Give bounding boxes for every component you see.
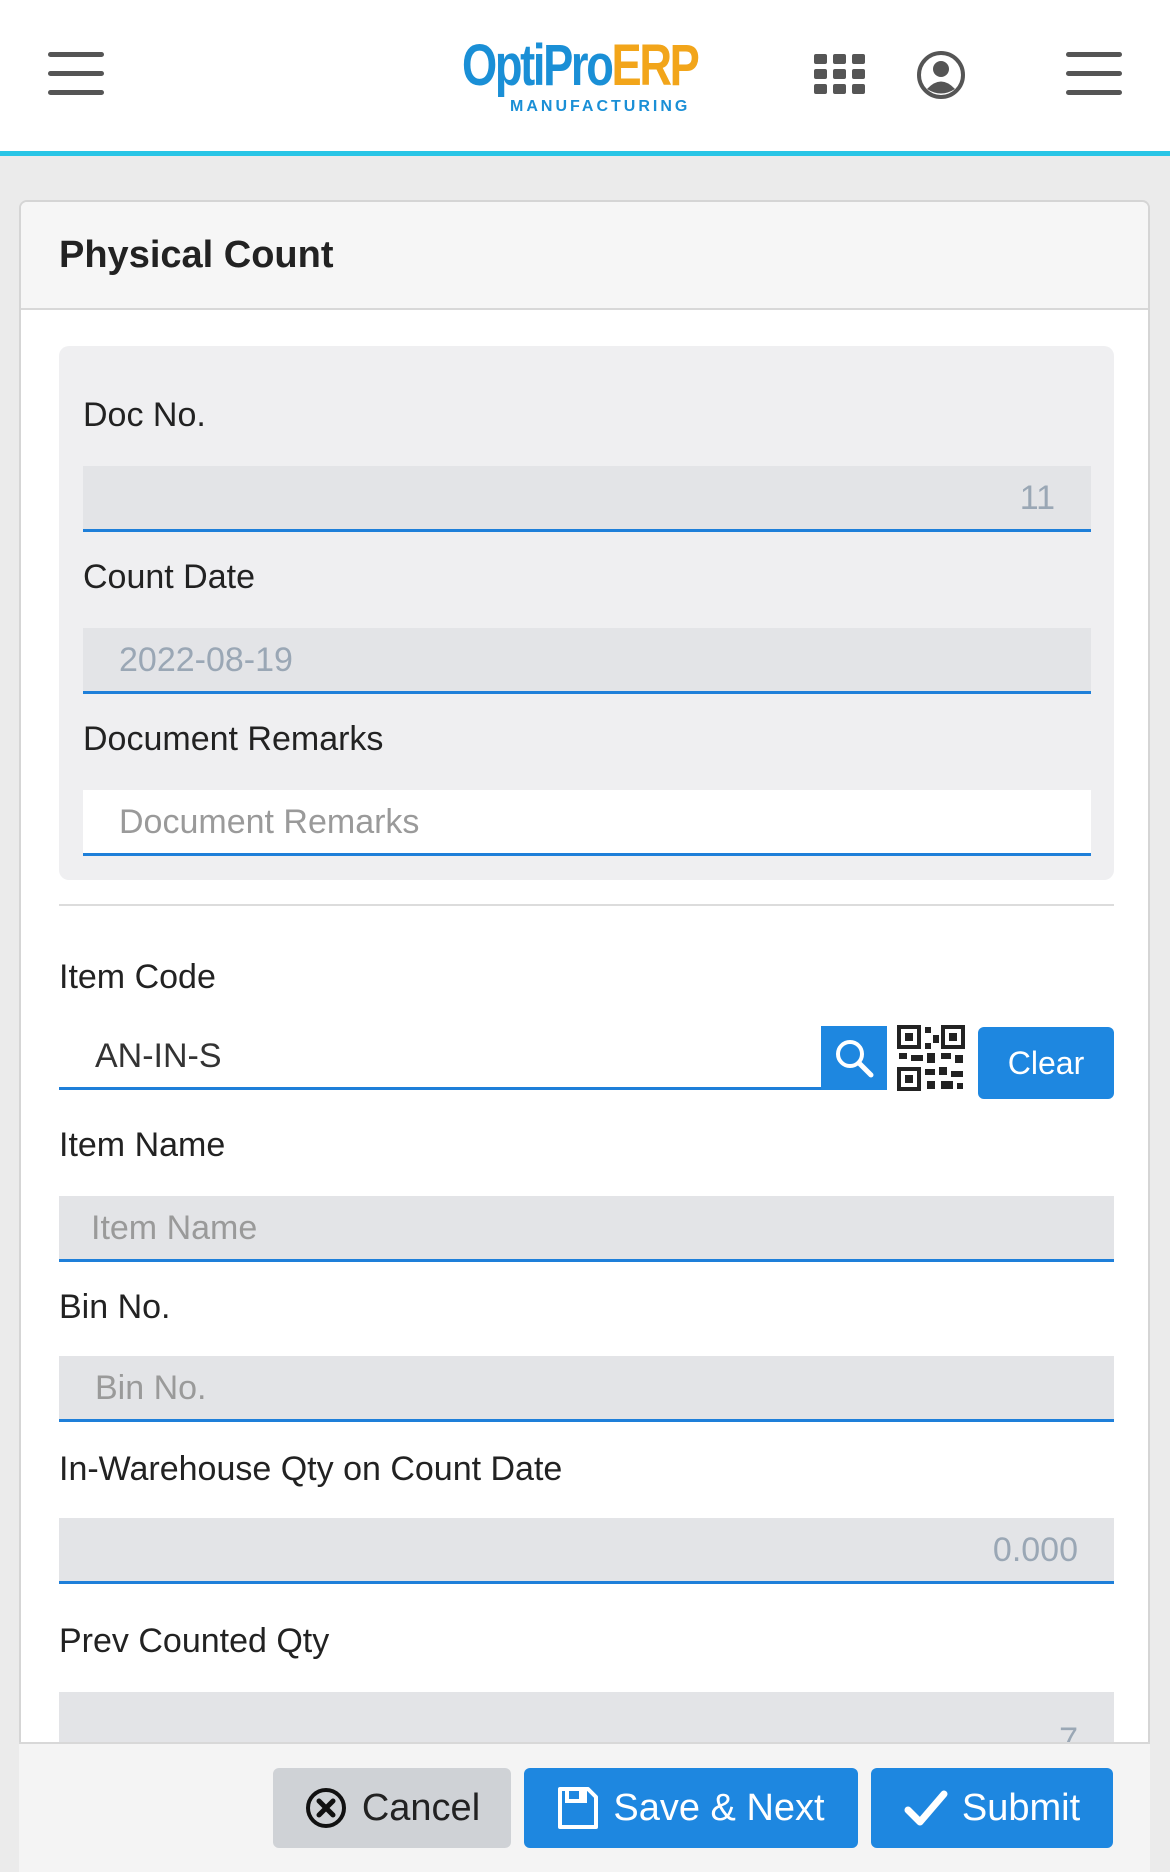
clear-button[interactable]: Clear <box>978 1027 1114 1099</box>
item-code-label: Item Code <box>59 958 216 996</box>
cancel-label: Cancel <box>361 1786 481 1829</box>
physical-count-card: Physical Count Doc No. 11 Count Date 202… <box>19 200 1150 1872</box>
item-name-field: Item Name <box>59 1196 1114 1262</box>
save-icon <box>558 1787 599 1829</box>
bin-no-label: Bin No. <box>59 1288 171 1326</box>
search-button[interactable] <box>821 1026 887 1090</box>
logo-subtitle: MANUFACTURING <box>510 98 691 115</box>
doc-no-field: 11 <box>83 466 1091 532</box>
submit-label: Submit <box>961 1786 1081 1829</box>
cancel-circle-icon <box>305 1788 346 1828</box>
menu-icon[interactable] <box>48 52 104 96</box>
count-date-field: 2022-08-19 <box>83 628 1091 694</box>
submit-button[interactable]: Submit <box>871 1768 1113 1848</box>
prev-counted-qty-label: Prev Counted Qty <box>59 1622 330 1660</box>
item-code-input[interactable]: AN-IN-S <box>59 1024 821 1090</box>
item-name-label: Item Name <box>59 1126 226 1164</box>
user-icon[interactable] <box>916 50 966 100</box>
logo-text-optipro: OptiPro <box>462 33 614 98</box>
page-title: Physical Count <box>59 233 334 276</box>
search-icon <box>836 1040 874 1078</box>
warehouse-qty-field: 0.000 <box>59 1518 1114 1584</box>
top-bar: OptiProERP MANUFACTURING <box>0 0 1170 156</box>
document-remarks-input[interactable]: Document Remarks <box>83 790 1091 856</box>
action-footer: Cancel Save & Next Submit <box>19 1742 1150 1872</box>
warehouse-qty-label: In-Warehouse Qty on Count Date <box>59 1450 563 1488</box>
bin-no-field: Bin No. <box>59 1356 1114 1422</box>
divider <box>59 904 1114 906</box>
save-next-label: Save & Next <box>613 1786 825 1829</box>
qr-code-icon[interactable] <box>897 1025 965 1091</box>
check-icon <box>904 1790 948 1826</box>
logo-text-erp: ERP <box>611 33 700 98</box>
document-remarks-label: Document Remarks <box>83 720 384 758</box>
save-next-button[interactable]: Save & Next <box>524 1768 858 1848</box>
doc-no-label: Doc No. <box>83 396 206 434</box>
menu-icon[interactable] <box>1066 52 1122 96</box>
apps-grid-icon[interactable] <box>814 54 866 94</box>
document-panel: Doc No. 11 Count Date 2022-08-19 Documen… <box>59 346 1114 880</box>
logo: OptiProERP MANUFACTURING <box>462 36 712 120</box>
count-date-label: Count Date <box>83 558 255 596</box>
card-header: Physical Count <box>21 202 1148 310</box>
cancel-button[interactable]: Cancel <box>273 1768 511 1848</box>
